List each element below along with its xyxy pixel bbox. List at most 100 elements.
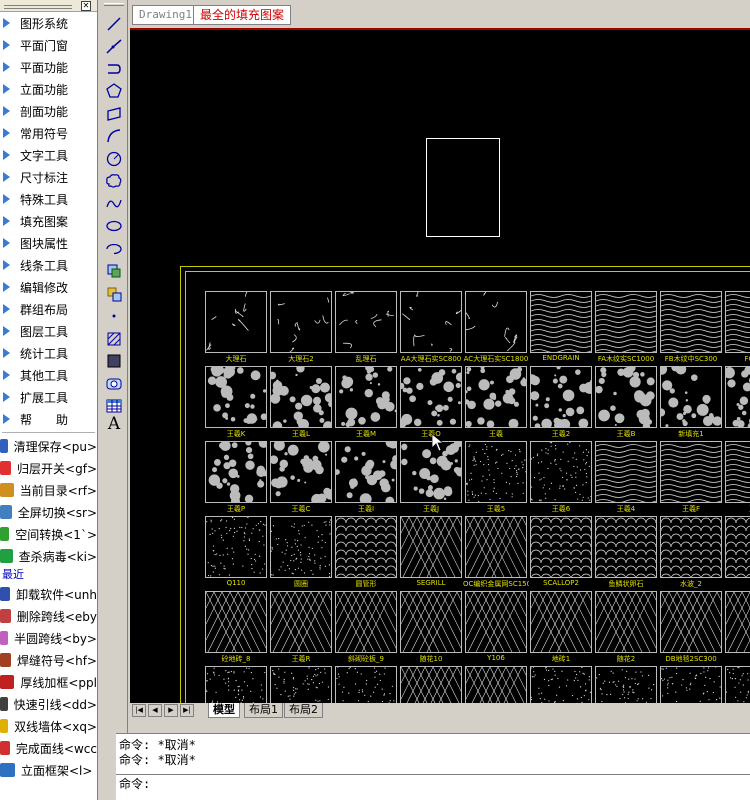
tab-layout2[interactable]: 布局2 — [284, 703, 323, 718]
hatch-swatch[interactable] — [725, 666, 750, 703]
hatch-swatch[interactable] — [270, 516, 332, 578]
hatch-swatch[interactable] — [400, 516, 462, 578]
hatch-swatch[interactable] — [205, 291, 267, 353]
gradient-icon[interactable] — [104, 351, 124, 371]
first-tab-icon[interactable]: |◀ — [132, 704, 146, 717]
command-prompt[interactable]: 命令: — [116, 777, 150, 792]
hatch-swatch[interactable] — [270, 291, 332, 353]
menu-item[interactable]: 群组布局 — [0, 298, 97, 320]
hatch-swatch[interactable] — [465, 666, 527, 703]
hatch-swatch[interactable] — [465, 591, 527, 653]
hatch-swatch[interactable] — [660, 516, 722, 578]
hatch-swatch[interactable] — [465, 516, 527, 578]
tab-active-drawing[interactable]: 最全的填充图案 — [193, 5, 292, 25]
hatch-swatch[interactable] — [660, 441, 722, 503]
menu-item[interactable]: 线条工具 — [0, 254, 97, 276]
tool-command-item[interactable]: 归层开关<gf> — [0, 457, 97, 479]
hatch-swatch[interactable] — [660, 291, 722, 353]
hatch-swatch[interactable] — [205, 516, 267, 578]
next-tab-icon[interactable]: ▶ — [164, 704, 178, 717]
hatch-swatch[interactable] — [205, 366, 267, 428]
tool-command-item[interactable]: 删除跨线<eby — [0, 605, 97, 627]
hatch-swatch[interactable] — [725, 591, 750, 653]
hatch-swatch[interactable] — [660, 666, 722, 703]
menu-item[interactable]: 常用符号 — [0, 122, 97, 144]
hatch-swatch[interactable] — [400, 666, 462, 703]
hatch-swatch[interactable] — [400, 366, 462, 428]
menu-item[interactable]: 平面功能 — [0, 56, 97, 78]
rectangle-icon[interactable] — [104, 104, 124, 124]
ellipse-arc-icon[interactable] — [104, 239, 124, 259]
menu-panel-header[interactable]: ✕ — [0, 0, 97, 12]
line-icon[interactable] — [104, 14, 124, 34]
hatch-swatch[interactable] — [660, 366, 722, 428]
hatch-swatch[interactable] — [595, 591, 657, 653]
hatch-swatch[interactable] — [530, 441, 592, 503]
hatch-swatch[interactable] — [725, 516, 750, 578]
tool-command-item[interactable]: 完成面线<wcc — [0, 737, 97, 759]
make-block-icon[interactable] — [104, 284, 124, 304]
menu-item[interactable]: 图形系统 — [0, 12, 97, 34]
hatch-swatch[interactable] — [725, 366, 750, 428]
hatch-swatch[interactable] — [270, 591, 332, 653]
hatch-swatch[interactable] — [400, 291, 462, 353]
hatch-swatch[interactable] — [335, 291, 397, 353]
tool-command-item[interactable]: 焊缝符号<hf> — [0, 649, 97, 671]
tab-layout1[interactable]: 布局1 — [244, 703, 283, 718]
tool-command-item[interactable]: 清理保存<pu> — [0, 435, 97, 457]
hatch-swatch[interactable] — [205, 441, 267, 503]
polyline-icon[interactable] — [104, 36, 124, 56]
last-tab-icon[interactable]: ▶| — [180, 704, 194, 717]
menu-item[interactable]: 立面功能 — [0, 78, 97, 100]
tab-model[interactable]: 模型 — [208, 703, 240, 718]
hatch-swatch[interactable] — [595, 366, 657, 428]
hatch-icon[interactable] — [104, 329, 124, 349]
tool-command-item[interactable]: 快速引线<dd> — [0, 693, 97, 715]
menu-item[interactable]: 帮 助 — [0, 408, 97, 430]
tool-command-item[interactable]: 半圆跨线<by> — [0, 627, 97, 649]
menu-item[interactable]: 文字工具 — [0, 144, 97, 166]
ellipse-icon[interactable] — [104, 216, 124, 236]
circle-icon[interactable] — [104, 149, 124, 169]
hatch-swatch[interactable] — [270, 666, 332, 703]
tool-command-item[interactable]: 空间转换<1`> — [0, 523, 97, 545]
menu-item[interactable]: 剖面功能 — [0, 100, 97, 122]
region-icon[interactable] — [104, 374, 124, 394]
hatch-swatch[interactable] — [205, 591, 267, 653]
tool-command-item[interactable]: 卸载软件<unh — [0, 583, 97, 605]
hatch-swatch[interactable] — [595, 666, 657, 703]
cloud-icon[interactable] — [104, 171, 124, 191]
hatch-swatch[interactable] — [400, 591, 462, 653]
polygon-icon[interactable] — [104, 81, 124, 101]
menu-item[interactable]: 其他工具 — [0, 364, 97, 386]
hatch-swatch[interactable] — [530, 516, 592, 578]
tab-drawing1[interactable]: Drawing1 — [132, 5, 199, 25]
spline-icon[interactable] — [104, 194, 124, 214]
hatch-swatch[interactable] — [595, 291, 657, 353]
menu-item[interactable]: 统计工具 — [0, 342, 97, 364]
hatch-swatch[interactable] — [270, 366, 332, 428]
menu-item[interactable]: 平面门窗 — [0, 34, 97, 56]
menu-item[interactable]: 填充图案 — [0, 210, 97, 232]
tool-command-item[interactable]: 查杀病毒<ki> — [0, 545, 97, 567]
hatch-swatch[interactable] — [205, 666, 267, 703]
hatch-swatch[interactable] — [725, 291, 750, 353]
hatch-swatch[interactable] — [595, 441, 657, 503]
prev-tab-icon[interactable]: ◀ — [148, 704, 162, 717]
insert-block-icon[interactable] — [104, 261, 124, 281]
point-icon[interactable] — [104, 306, 124, 326]
table-icon[interactable] — [104, 396, 124, 416]
close-icon[interactable]: ✕ — [81, 1, 91, 11]
hatch-swatch[interactable] — [335, 591, 397, 653]
tool-command-item[interactable]: 双线墙体<xq> — [0, 715, 97, 737]
hatch-swatch[interactable] — [270, 441, 332, 503]
hatch-swatch[interactable] — [725, 441, 750, 503]
tool-command-item[interactable]: 当前目录<rf> — [0, 479, 97, 501]
text-icon[interactable]: A — [104, 414, 124, 434]
hatch-swatch[interactable] — [595, 516, 657, 578]
hatch-swatch[interactable] — [530, 291, 592, 353]
tool-command-item[interactable]: 厚线加框<ppl — [0, 671, 97, 693]
menu-item[interactable]: 尺寸标注 — [0, 166, 97, 188]
menu-item[interactable]: 编辑修改 — [0, 276, 97, 298]
menu-item[interactable]: 图块属性 — [0, 232, 97, 254]
